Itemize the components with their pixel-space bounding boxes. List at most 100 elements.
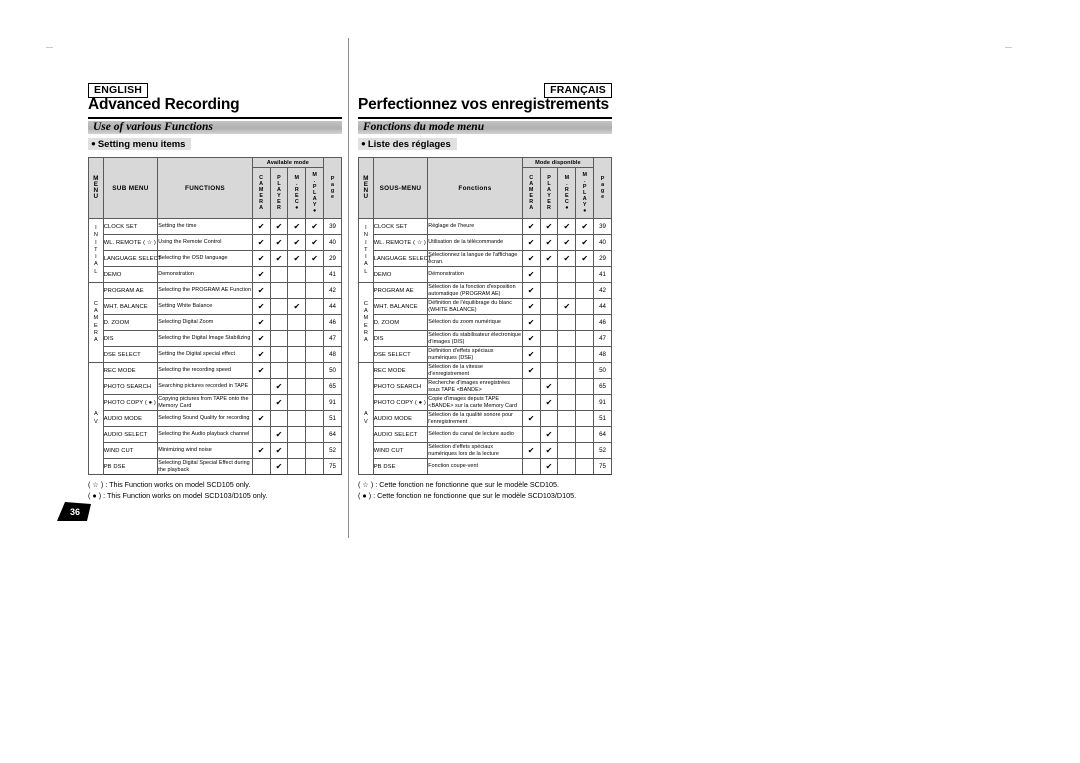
cell-page-number: 64 [593, 426, 612, 443]
cell-sub-menu: REC MODE [102, 362, 159, 379]
cell-mode-mplay [575, 330, 595, 347]
cell-mode-mrec [557, 330, 577, 347]
cell-mode-player [269, 330, 289, 347]
table-row: PB DSE Selecting Digital Special Effect d… [89, 458, 342, 475]
cell-sub-menu: LANGUAGE SELECT [372, 250, 431, 267]
cell-function: Utilisation de la télécommande [427, 234, 523, 251]
checkmark-icon: ✔ [527, 221, 535, 231]
table-row: PHOTO COPY ( ● ) Copying pictures from TA… [89, 394, 342, 411]
cell-mode-player: ✔ [539, 378, 559, 395]
cell-function: Selecting the Audio playback channel [157, 426, 253, 443]
cell-mode-player [269, 314, 289, 331]
checkmark-icon: ✔ [311, 253, 318, 263]
registration-mark-right [1005, 47, 1012, 48]
subsection-label: Setting menu items [97, 139, 186, 150]
checkmark-icon: ✔ [257, 253, 265, 263]
checkmark-icon: ✔ [275, 221, 283, 231]
footnote-line: ( ☆ ) : This Function works on model SCD… [88, 480, 251, 489]
cell-sub-menu: PB DSE [102, 458, 159, 475]
footnotes: ( ☆ ) : Cette fonction ne fonctionne que… [358, 480, 576, 501]
header-functions: Fonctions [427, 157, 523, 219]
cell-mode-mplay: ✔ [575, 218, 595, 235]
cell-function: Selecting the OSD language [157, 250, 253, 267]
section-bar-label: Fonctions du mode menu [363, 121, 485, 133]
cell-function: Selecting Sound Quality for recording [157, 410, 253, 427]
cell-mode-player: ✔ [539, 442, 559, 459]
cell-mode-mrec [287, 442, 307, 459]
cell-mode-camera: ✔ [251, 362, 271, 379]
cell-page-number: 42 [593, 282, 612, 299]
checkmark-icon: ✔ [257, 237, 265, 247]
checkmark-icon: ✔ [563, 301, 571, 311]
menu-group-text: CAMERA [363, 300, 369, 343]
cell-mode-mplay: ✔ [305, 234, 325, 251]
checkmark-icon: ✔ [293, 221, 301, 231]
cell-mode-camera: ✔ [251, 282, 271, 299]
header-sub-menu: SOUS-MENU [372, 157, 429, 219]
cell-mode-mplay [575, 362, 595, 379]
cell-page-number: 46 [593, 314, 612, 331]
cell-page-number: 65 [323, 378, 342, 395]
cell-function: Selecting the recording speed [157, 362, 253, 379]
cell-mode-camera: ✔ [251, 330, 271, 347]
cell-mode-mplay [575, 394, 595, 411]
checkmark-icon: ✔ [563, 221, 571, 231]
cell-mode-mrec [287, 330, 307, 347]
subsection-heading: ● Setting menu items [88, 138, 192, 150]
header-mode-mplay-label: M. P L A Y ● [312, 171, 317, 215]
cell-page-number: 40 [593, 234, 612, 251]
cell-sub-menu: WIND CUT [102, 442, 159, 459]
cell-mode-camera [521, 458, 541, 475]
header-page: Page [593, 157, 612, 219]
cell-mode-mplay [305, 282, 325, 299]
cell-mode-player: ✔ [269, 458, 289, 475]
table-row: AUDIO SELECT Sélection du canal de lectur… [359, 426, 612, 443]
cell-mode-mplay [305, 442, 325, 459]
cell-mode-mplay [575, 410, 595, 427]
cell-mode-camera: ✔ [251, 266, 271, 283]
checkmark-icon: ✔ [275, 445, 283, 455]
title-rule [358, 117, 612, 120]
cell-sub-menu: AUDIO MODE [372, 410, 429, 427]
title-rule [88, 117, 342, 120]
page-number-badge: 36 [57, 500, 93, 522]
cell-mode-player: ✔ [539, 250, 559, 267]
cell-mode-player: ✔ [269, 426, 289, 443]
header-mode-player-label: PLAYER [547, 174, 551, 212]
cell-mode-player: ✔ [269, 218, 289, 235]
checkmark-icon: ✔ [527, 269, 535, 279]
table-row: DEMO Demonstration ✔ 41 [89, 266, 342, 283]
table-row: A V REC MODE Sélection de la vitesse d'enre… [358, 362, 612, 475]
header-menu-label: MENU [363, 174, 369, 201]
cell-function: Sélection de la qualité sonore pour l'en… [427, 410, 523, 427]
cell-page-number: 29 [593, 250, 612, 267]
cell-mode-mplay: ✔ [575, 234, 595, 251]
cell-page-number: 91 [323, 394, 342, 411]
table-row: PHOTO SEARCH Recherche d'images enregistr… [359, 378, 612, 395]
cell-function: Fonction coupe-vent [427, 458, 523, 475]
cell-function: Définition de l'équilibrage du blanc (WH… [427, 298, 523, 315]
header-mode-camera: CAMERA [251, 167, 271, 219]
checkmark-icon: ✔ [527, 237, 535, 247]
cell-page-number: 46 [323, 314, 342, 331]
checkmark-icon: ✔ [527, 349, 535, 359]
cell-mode-player [269, 266, 289, 283]
cell-mode-player [539, 314, 559, 331]
cell-sub-menu: WHT. BALANCE [102, 298, 159, 315]
cell-sub-menu: PHOTO COPY ( ● ) [372, 394, 429, 411]
cell-function: Selecting Digital Zoom [157, 314, 253, 331]
cell-mode-camera: ✔ [251, 346, 271, 363]
cell-page-number: 75 [593, 458, 612, 475]
cell-mode-mplay: ✔ [305, 218, 325, 235]
checkmark-icon: ✔ [527, 445, 535, 455]
cell-mode-camera: ✔ [521, 362, 541, 379]
header-page-label: Page [600, 175, 605, 201]
cell-mode-mplay [575, 458, 595, 475]
bullet-icon: ● [361, 139, 366, 148]
checkmark-icon: ✔ [293, 253, 301, 263]
table-row: DSE SELECT Définition d'effets spéciaux n… [359, 346, 612, 363]
checkmark-icon: ✔ [275, 253, 283, 263]
checkmark-icon: ✔ [275, 429, 283, 439]
header-functions: FUNCTIONS [157, 157, 253, 219]
table-row: DSE SELECT Setting the Digital special ef… [89, 346, 342, 363]
